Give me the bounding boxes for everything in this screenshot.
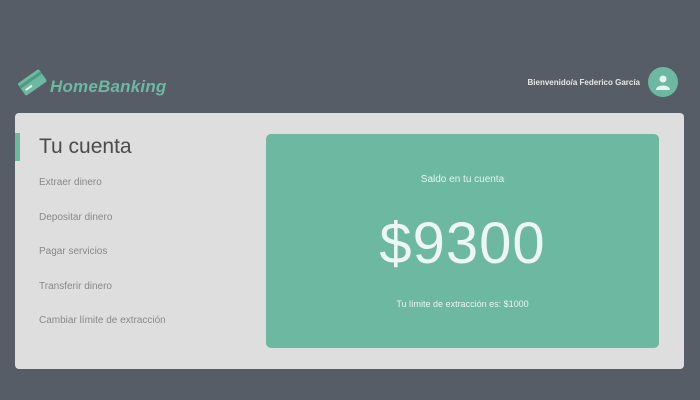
brand-logo[interactable]: HomeBanking: [16, 66, 167, 98]
account-menu: Extraer dinero Depositar dinero Pagar se…: [39, 176, 166, 349]
menu-item-transferir[interactable]: Transferir dinero: [39, 280, 166, 315]
menu-item-extraer[interactable]: Extraer dinero: [39, 176, 166, 211]
active-section-marker: [15, 133, 20, 161]
balance-card: Saldo en tu cuenta $9300 Tu límite de ex…: [266, 134, 659, 348]
account-panel: Tu cuenta Extraer dinero Depositar diner…: [15, 113, 684, 369]
section-title: Tu cuenta: [39, 135, 132, 158]
balance-amount: $9300: [379, 211, 546, 276]
menu-item-cambiar-limite[interactable]: Cambiar límite de extracción: [39, 314, 166, 349]
menu-item-pagar-servicios[interactable]: Pagar servicios: [39, 245, 166, 280]
balance-label: Saldo en tu cuenta: [420, 174, 505, 185]
top-bar: HomeBanking Bienvenido/a Federico García: [0, 60, 700, 104]
menu-item-depositar[interactable]: Depositar dinero: [39, 211, 166, 246]
card-icon: [16, 66, 48, 98]
brand-name: HomeBanking: [50, 77, 167, 96]
user-avatar-icon[interactable]: [648, 67, 678, 97]
user-info: Bienvenido/a Federico García: [528, 66, 678, 98]
extraction-limit: Tu límite de extracción es: $1000: [396, 299, 529, 309]
welcome-text: Bienvenido/a Federico García: [527, 77, 640, 87]
